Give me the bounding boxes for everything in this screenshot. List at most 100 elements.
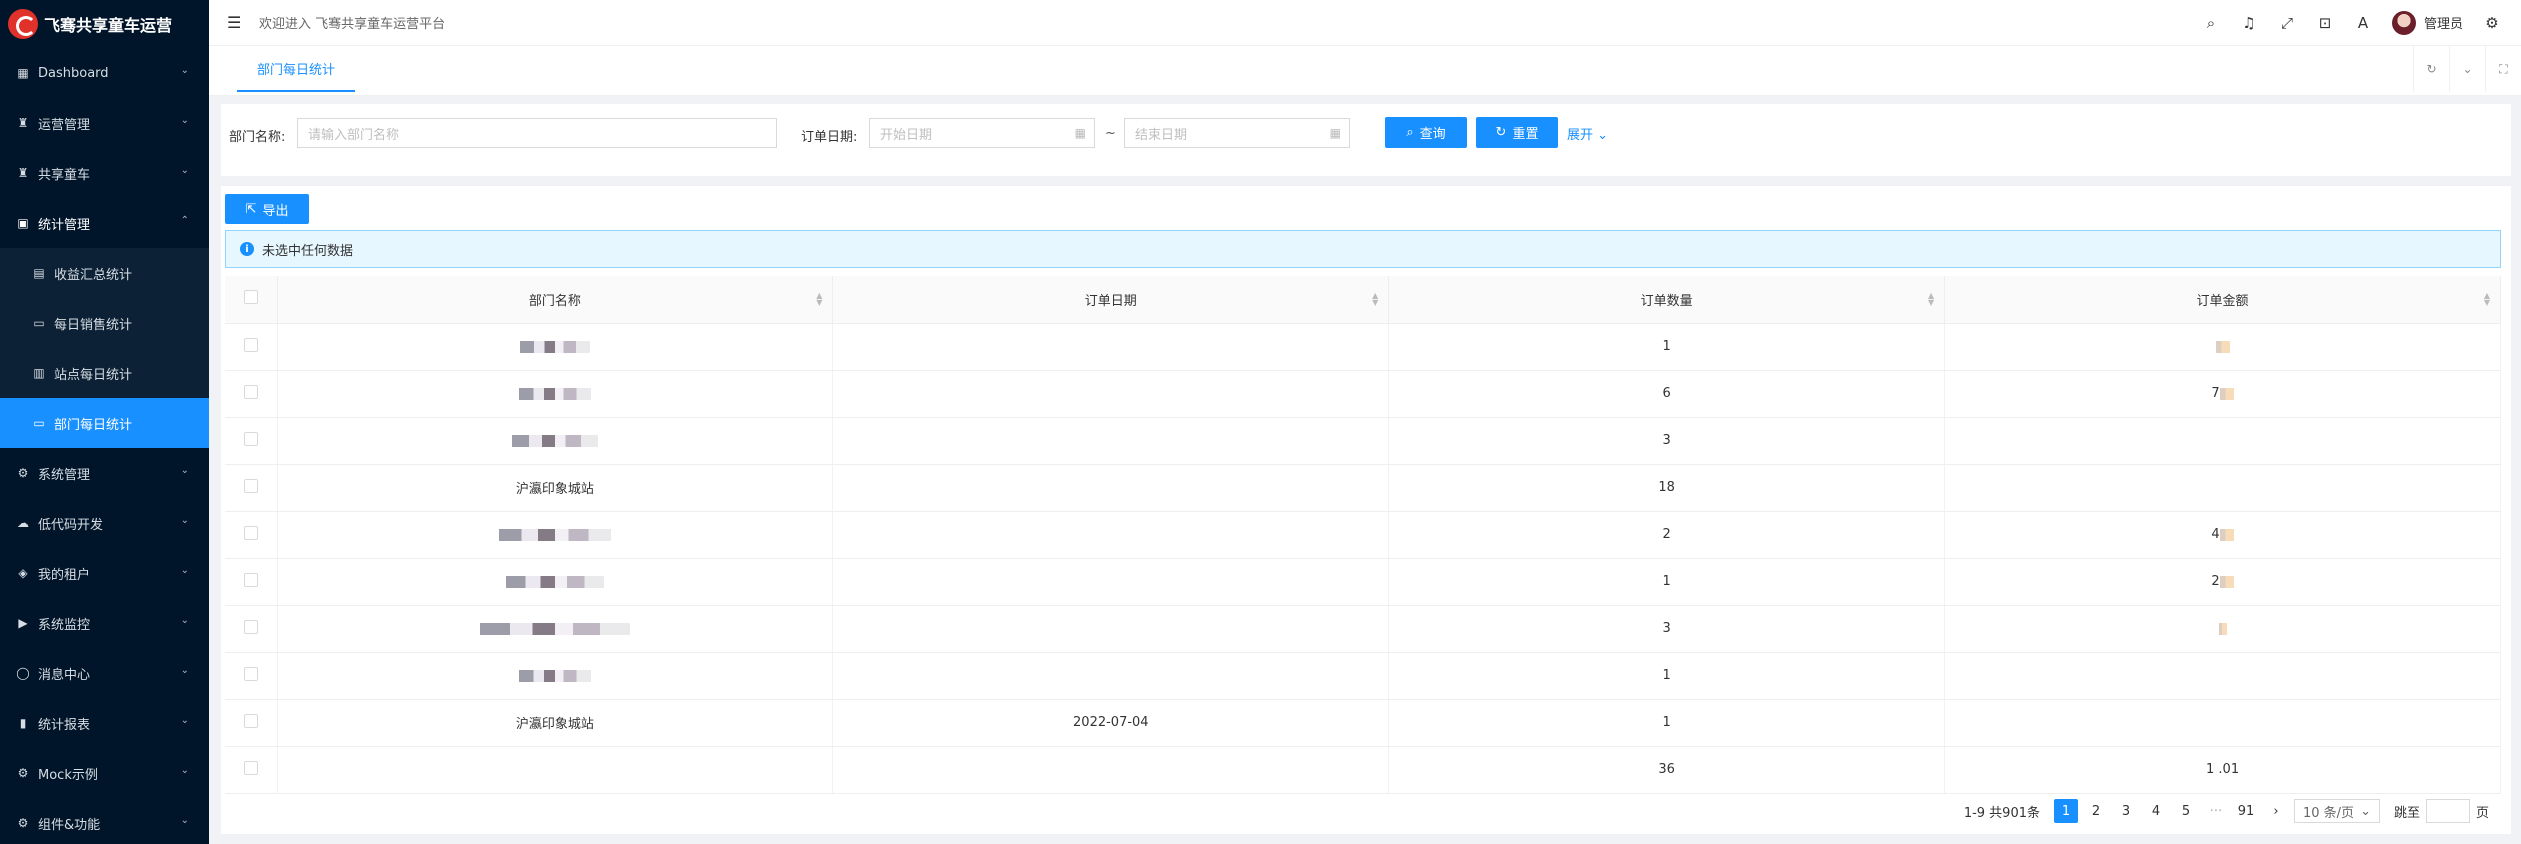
sidebar-item-operations[interactable]: ♜ 运营管理 ⌄ (0, 98, 209, 148)
user-name[interactable]: 管理员 (2424, 13, 2463, 32)
maximize-icon[interactable]: ⛶ (2485, 46, 2521, 92)
sidebar-item-monitor[interactable]: ▶ 系统监控 ⌄ (0, 598, 209, 648)
row-checkbox[interactable] (243, 525, 258, 540)
cell-date (832, 746, 1390, 794)
sidebar-item-reports[interactable]: ▮ 统计报表 ⌄ (0, 698, 209, 748)
data-table: 部门名称 ▲ ▼ 订单日期 ▲ ▼ 订单数量 ▲ ▼ 订单金额 ▲ ▼ 1 6 7 (225, 276, 2501, 794)
row-checkbox[interactable] (243, 384, 258, 399)
chart-icon: ▣ (17, 216, 29, 230)
column-order-amount[interactable]: 订单金额 ▲ ▼ (1944, 276, 2501, 324)
user-icon: ♜ (17, 116, 29, 130)
page-3[interactable]: 3 (2114, 799, 2138, 823)
end-date-input[interactable]: 结束日期 ▦ (1124, 118, 1350, 148)
page-2[interactable]: 2 (2084, 799, 2108, 823)
translate-icon[interactable]: A (2354, 14, 2372, 32)
redacted-text (2218, 622, 2227, 635)
sidebar-item-dept-daily[interactable]: ▭ 部门每日统计 (0, 398, 209, 448)
mock-icon: ⚙ (17, 766, 29, 780)
chevron-down-icon: ⌄ (180, 165, 189, 176)
table-row[interactable]: 1 (225, 323, 2501, 371)
dept-name-input[interactable]: 请输入部门名称 (297, 118, 777, 148)
sort-icon[interactable]: ▲ ▼ (816, 292, 822, 307)
column-order-date[interactable]: 订单日期 ▲ ▼ (832, 276, 1390, 324)
cell-amount (1944, 699, 2501, 747)
table-row[interactable]: 1 (225, 652, 2501, 700)
select-all-cell (225, 276, 278, 324)
expand-link[interactable]: 展开 ⌄ (1567, 124, 1608, 143)
start-date-input[interactable]: 开始日期 ▦ (869, 118, 1095, 148)
next-page-button[interactable]: › (2264, 799, 2288, 823)
page-ellipsis[interactable]: ··· (2204, 799, 2228, 823)
row-checkbox[interactable] (243, 619, 258, 634)
cell-date (832, 464, 1390, 512)
screen-icon: ▭ (33, 316, 45, 330)
reset-button[interactable]: ↻ 重置 (1476, 117, 1558, 148)
row-checkbox[interactable] (243, 713, 258, 728)
table-row[interactable]: 沪瀛印象城站 18 (225, 464, 2501, 512)
tab-dept-daily[interactable]: 部门每日统计 (237, 46, 356, 92)
redacted-text (498, 528, 611, 541)
sort-icon[interactable]: ▲ ▼ (2484, 292, 2490, 307)
search-icon[interactable]: ⌕ (2202, 14, 2220, 32)
sort-icon[interactable]: ▲ ▼ (1372, 292, 1378, 307)
sidebar-item-components[interactable]: ⚙ 组件&功能 ⌄ (0, 798, 209, 844)
column-dept-name[interactable]: 部门名称 ▲ ▼ (277, 276, 834, 324)
sidebar-item-lowcode[interactable]: ☁ 低代码开发 ⌄ (0, 498, 209, 548)
page-91[interactable]: 91 (2234, 799, 2258, 823)
row-checkbox[interactable] (243, 337, 258, 352)
search-icon: ⌕ (1406, 125, 1414, 140)
table-row[interactable]: 2 4 (225, 511, 2501, 559)
fullscreen-icon[interactable]: ⤢ (2278, 14, 2296, 32)
jump-page-input[interactable] (2425, 799, 2470, 823)
row-checkbox[interactable] (243, 431, 258, 446)
page-size-select[interactable]: 10 条/页 ⌄ (2294, 799, 2380, 823)
chevron-down-icon: ⌄ (180, 115, 189, 126)
sidebar-item-daily-sales[interactable]: ▭ 每日销售统计 (0, 298, 209, 348)
cell-date (832, 323, 1390, 371)
cell-count: 6 (1388, 370, 1946, 418)
sidebar-item-shared-stroller[interactable]: ♜ 共享童车 ⌄ (0, 148, 209, 198)
table-row[interactable]: 沪瀛印象城站 2022-07-04 1 (225, 699, 2501, 747)
page-1[interactable]: 1 (2054, 799, 2078, 823)
avatar[interactable] (2391, 10, 2416, 35)
column-order-count[interactable]: 订单数量 ▲ ▼ (1388, 276, 1946, 324)
sidebar-item-system[interactable]: ⚙ 系统管理 ⌄ (0, 448, 209, 498)
table-row[interactable]: 6 7 (225, 370, 2501, 418)
table-row[interactable]: 36 1 .01 (225, 746, 2501, 794)
table-row[interactable]: 3 (225, 605, 2501, 653)
export-button[interactable]: ⇱ 导出 (225, 194, 309, 224)
cell-amount: 2 (1944, 558, 2501, 606)
page-5[interactable]: 5 (2174, 799, 2198, 823)
range-separator: ~ (1105, 126, 1116, 141)
redacted-text (2219, 575, 2234, 588)
sidebar-item-messages[interactable]: ◯ 消息中心 ⌄ (0, 648, 209, 698)
row-checkbox[interactable] (243, 572, 258, 587)
row-checkbox[interactable] (243, 666, 258, 681)
row-checkbox[interactable] (243, 760, 258, 775)
bell-icon[interactable]: ♫ (2240, 14, 2258, 32)
app-logo[interactable]: 飞骞共享童车运营 (0, 0, 209, 48)
gear-icon: ⚙ (17, 466, 29, 480)
cell-dept: 沪瀛印象城站 (277, 699, 834, 747)
lock-icon[interactable]: ⊡ (2316, 14, 2334, 32)
reload-icon[interactable]: ↻ (2413, 46, 2449, 92)
redacted-text (518, 669, 591, 682)
sidebar-item-tenant[interactable]: ◈ 我的租户 ⌄ (0, 548, 209, 598)
redacted-text (2215, 340, 2230, 353)
gear-icon[interactable]: ⚙ (2483, 14, 2501, 32)
table-row[interactable]: 3 (225, 417, 2501, 465)
row-checkbox[interactable] (243, 478, 258, 493)
sidebar-item-station-daily[interactable]: ▥ 站点每日统计 (0, 348, 209, 398)
sidebar-item-mock[interactable]: ⚙ Mock示例 ⌄ (0, 748, 209, 798)
table-row[interactable]: 1 2 (225, 558, 2501, 606)
chevron-down-icon[interactable]: ⌄ (2449, 46, 2485, 92)
query-button[interactable]: ⌕ 查询 (1385, 117, 1467, 148)
select-all-checkbox[interactable] (243, 290, 258, 305)
menu-fold-icon[interactable]: ☰ (227, 13, 245, 32)
pagination-summary: 1-9 共901条 (1963, 805, 2040, 821)
sidebar-item-dashboard[interactable]: ▦ Dashboard ⌄ (0, 48, 209, 98)
sidebar-item-revenue-summary[interactable]: ▤ 收益汇总统计 (0, 248, 209, 298)
sidebar-item-statistics[interactable]: ▣ 统计管理 ⌃ (0, 198, 209, 248)
sort-icon[interactable]: ▲ ▼ (1928, 292, 1934, 307)
page-4[interactable]: 4 (2144, 799, 2168, 823)
